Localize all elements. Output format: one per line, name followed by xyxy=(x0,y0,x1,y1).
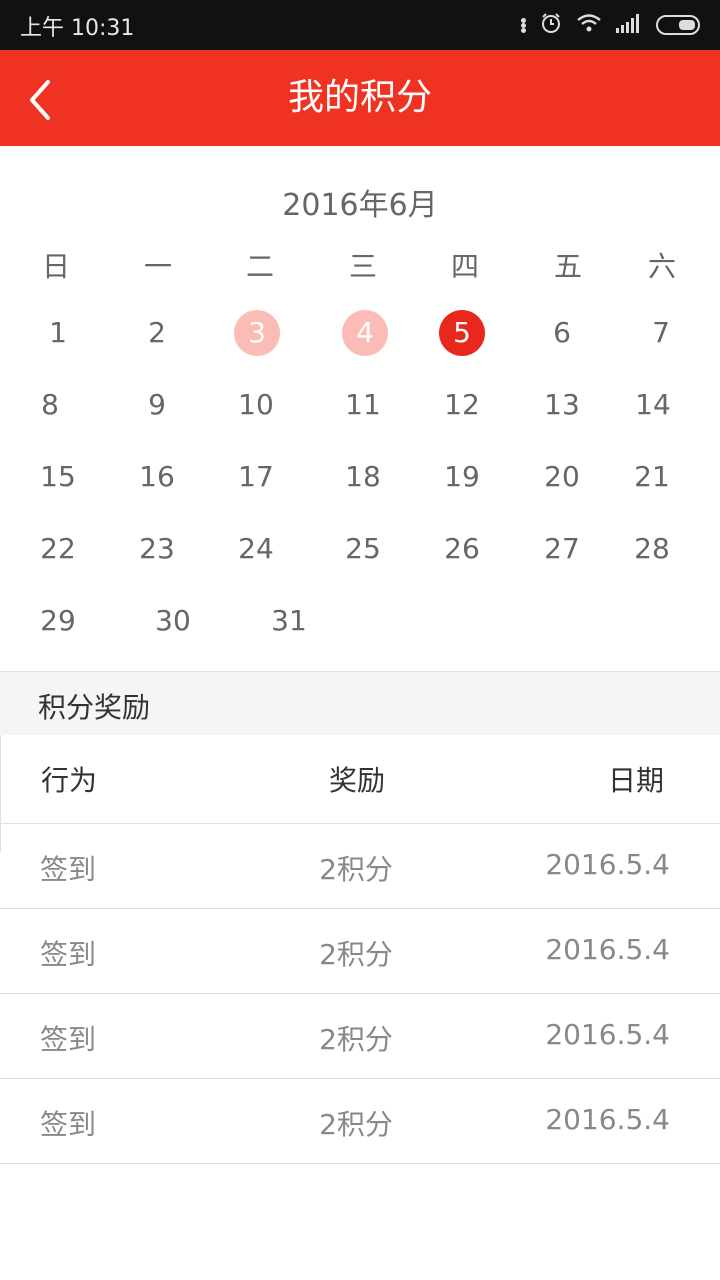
status-icons xyxy=(507,10,700,40)
table-row: 签到 2积分 2016.5.4 xyxy=(0,1079,720,1164)
weekday-label: 一 xyxy=(143,250,172,283)
calendar-day[interactable]: 5 xyxy=(422,310,502,356)
row-date: 2016.5.4 xyxy=(545,933,670,966)
calendar-day[interactable]: 7 xyxy=(621,310,701,356)
calendar-day[interactable]: 28 xyxy=(612,526,692,572)
calendar-month-title: 2016年6月 xyxy=(282,188,438,223)
alarm-icon xyxy=(540,12,562,38)
weekday-label: 六 xyxy=(647,250,676,283)
calendar-day[interactable]: 10 xyxy=(216,382,296,428)
status-time: 上午 10:31 xyxy=(20,16,135,41)
weekday-label: 四 xyxy=(450,250,479,283)
calendar-day[interactable]: 15 xyxy=(18,454,98,500)
table-row: 签到 2积分 2016.5.4 xyxy=(0,909,720,994)
calendar-day[interactable]: 6 xyxy=(522,310,602,356)
row-date: 2016.5.4 xyxy=(545,1103,670,1136)
rewards-table-header: 行为 奖励 日期 xyxy=(0,735,720,824)
calendar-day[interactable]: 22 xyxy=(18,526,98,572)
calendar-day[interactable]: 30 xyxy=(133,598,213,644)
calendar-day[interactable]: 4 xyxy=(325,310,405,356)
section-title: 积分奖励 xyxy=(38,691,151,724)
calendar-day[interactable]: 19 xyxy=(422,454,502,500)
calendar-day[interactable]: 8 xyxy=(10,382,90,428)
calendar-day[interactable]: 9 xyxy=(117,382,197,428)
calendar-day[interactable]: 18 xyxy=(323,454,403,500)
calendar-day[interactable]: 26 xyxy=(422,526,502,572)
back-button[interactable] xyxy=(18,72,70,124)
weekday-label: 五 xyxy=(553,250,582,283)
calendar-day[interactable]: 17 xyxy=(216,454,296,500)
app-header: 我的积分 xyxy=(0,50,720,146)
calendar-day[interactable]: 29 xyxy=(18,598,98,644)
table-row: 签到 2积分 2016.5.4 xyxy=(0,994,720,1079)
calendar-day[interactable]: 12 xyxy=(422,382,502,428)
calendar-day[interactable]: 24 xyxy=(216,526,296,572)
column-header-reward: 奖励 xyxy=(328,764,385,797)
calendar-day[interactable]: 20 xyxy=(522,454,602,500)
calendar-day[interactable]: 23 xyxy=(117,526,197,572)
page-title: 我的积分 xyxy=(287,77,432,118)
table-row: 签到 2积分 2016.5.4 xyxy=(0,824,720,909)
weekday-label: 日 xyxy=(41,250,70,283)
column-header-date: 日期 xyxy=(607,764,664,797)
rewards-section-header: 积分奖励 xyxy=(0,671,720,735)
calendar-day[interactable]: 31 xyxy=(249,598,329,644)
signed-day-marker: 4 xyxy=(342,310,388,356)
calendar-day[interactable]: 3 xyxy=(217,310,297,356)
calendar-day[interactable]: 16 xyxy=(117,454,197,500)
calendar-day[interactable]: 14 xyxy=(613,382,693,428)
calendar-day[interactable]: 21 xyxy=(612,454,692,500)
chevron-left-icon xyxy=(30,80,50,120)
row-date: 2016.5.4 xyxy=(545,848,670,881)
weekday-label: 二 xyxy=(245,250,274,283)
calendar-day[interactable]: 1 xyxy=(18,310,98,356)
signal-icon xyxy=(616,13,642,37)
status-bar: 上午 10:31 xyxy=(0,0,720,50)
calendar-day[interactable]: 2 xyxy=(117,310,197,356)
signed-day-marker: 3 xyxy=(234,310,280,356)
more-dots-icon xyxy=(521,17,526,33)
row-date: 2016.5.4 xyxy=(545,1018,670,1051)
battery-icon xyxy=(656,15,700,35)
calendar-day[interactable]: 27 xyxy=(522,526,602,572)
today-marker: 5 xyxy=(439,310,485,356)
calendar-day[interactable]: 13 xyxy=(522,382,602,428)
wifi-icon xyxy=(576,13,602,37)
calendar-day[interactable]: 11 xyxy=(323,382,403,428)
calendar-day[interactable]: 25 xyxy=(323,526,403,572)
weekday-label: 三 xyxy=(348,250,377,283)
